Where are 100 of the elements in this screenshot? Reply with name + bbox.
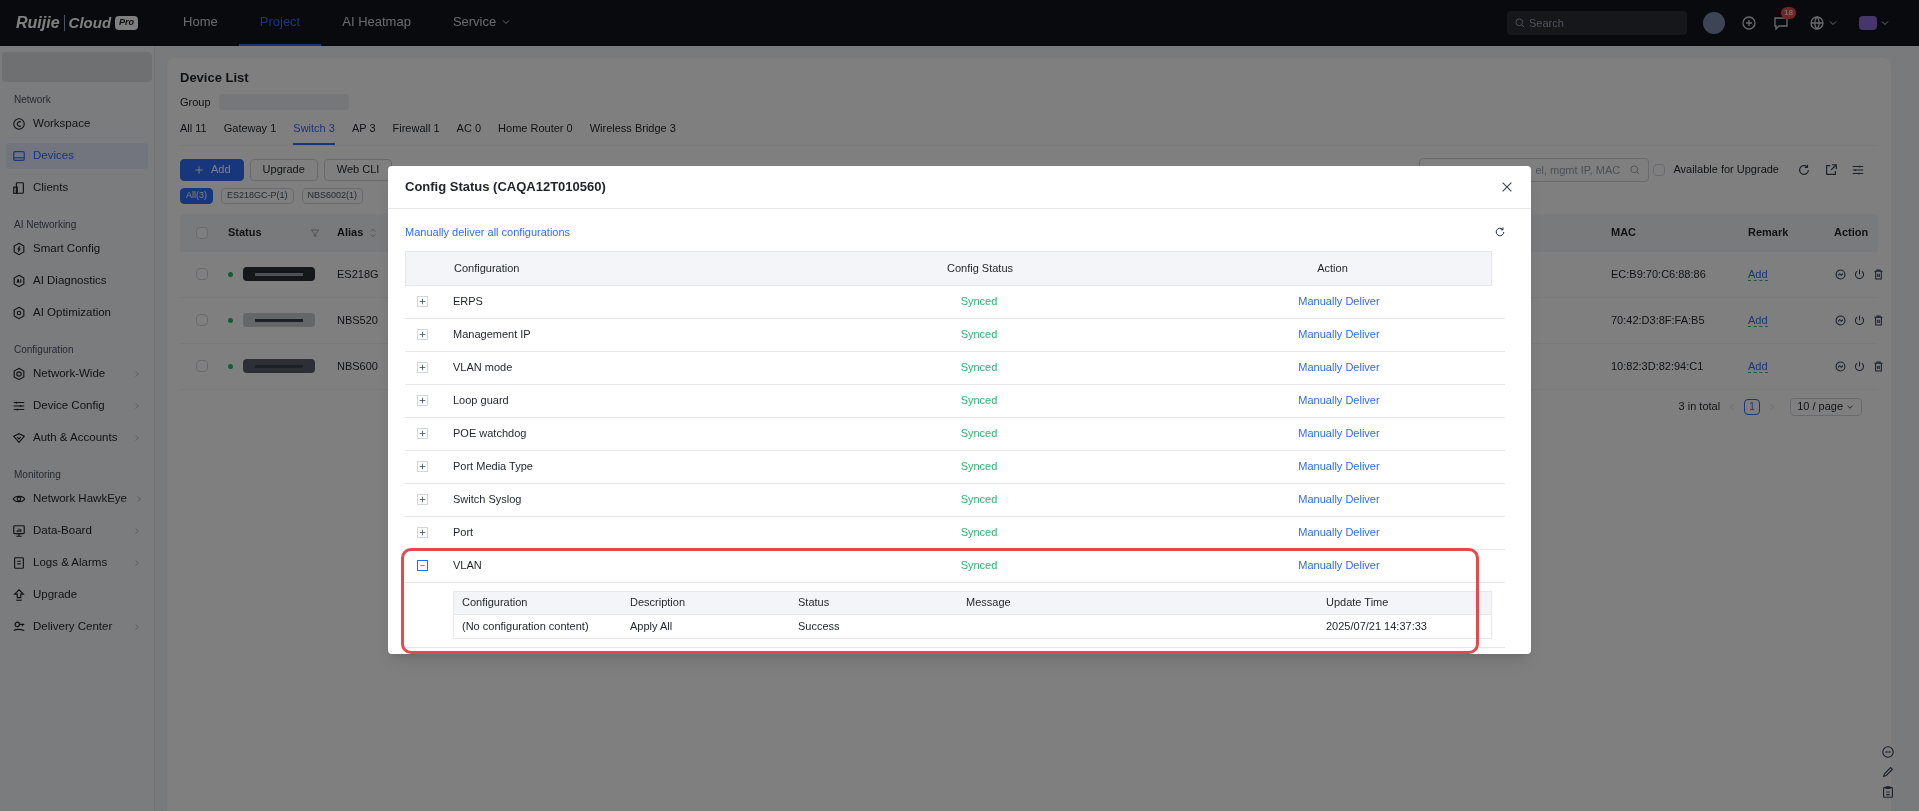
remark-link[interactable]: Add	[1748, 359, 1768, 373]
page-button[interactable]: 1	[1744, 398, 1761, 415]
sync-status: Synced	[959, 360, 999, 376]
deliver-link[interactable]: Manually Deliver	[1298, 394, 1380, 407]
sync-status: Synced	[959, 558, 999, 574]
column-header: Status	[798, 595, 831, 611]
add-button[interactable]: Add	[180, 158, 244, 181]
power-icon[interactable]	[1853, 313, 1866, 327]
search-icon	[1629, 163, 1642, 176]
nav-tab[interactable]: Home	[162, 0, 239, 46]
sidebar-item[interactable]: AI Optimization	[6, 300, 148, 326]
remark-link[interactable]: Add	[1748, 313, 1768, 327]
sync-status: Synced	[959, 492, 999, 508]
toolbar-button[interactable]: Web CLI	[323, 158, 393, 181]
plus-icon	[193, 163, 205, 176]
table-cell-text: 70:42:D3:8F:FA:B5	[1611, 312, 1706, 328]
device-type-tab[interactable]: All 11	[180, 120, 207, 145]
hexagon-gauge-icon	[12, 306, 26, 320]
page-size-select[interactable]: 10 / page	[1790, 397, 1862, 416]
device-type-tab[interactable]: AP 3	[351, 120, 376, 145]
drive-icon	[12, 149, 26, 163]
table-cell-text: 10:82:3D:82:94:C1	[1611, 358, 1705, 374]
table-cell-text: NBS520	[337, 312, 378, 328]
trash-icon[interactable]	[1872, 313, 1885, 327]
zoom-chart-icon[interactable]	[1834, 313, 1847, 327]
filter-chip[interactable]: ES218GC-P(1)	[221, 187, 294, 204]
toolbar-button[interactable]: Upgrade	[249, 158, 318, 181]
sidebar-item[interactable]: Logs & Alarms	[6, 550, 148, 576]
page-title: Device List	[180, 69, 250, 87]
nav-tab[interactable]: Service	[431, 0, 534, 46]
hand-key-icon	[12, 620, 26, 634]
filter-chip[interactable]: All(3)	[180, 187, 213, 204]
switch-device-drawing	[243, 267, 315, 281]
search-field[interactable]: Search	[1507, 11, 1687, 35]
sidebar-item[interactable]: Workspace	[6, 111, 148, 137]
sidebar-item[interactable]: Devices	[6, 143, 148, 169]
column-header: Configuration	[454, 260, 521, 276]
logo-text: Ruijie	[16, 13, 60, 33]
table-cell-text: EC:B9:70:C6:88:86	[1611, 266, 1707, 282]
refresh-icon[interactable]	[1494, 226, 1506, 239]
sidebar-item[interactable]: AI Diagnostics	[6, 268, 148, 294]
table-cell-text: Apply All	[630, 618, 674, 634]
plus-circle-icon[interactable]	[1741, 15, 1757, 31]
sync-status: Synced	[959, 393, 999, 409]
column-header: Description	[630, 595, 687, 611]
expand-toggle[interactable]	[417, 560, 428, 571]
device-type-tab[interactable]: Gateway 1	[223, 120, 277, 145]
sync-status: Synced	[959, 294, 999, 310]
checkbox-label: Available for Upgrade	[1673, 162, 1779, 178]
deliver-link[interactable]: Manually Deliver	[1298, 526, 1380, 539]
sidebar-section-title: Network	[13, 93, 52, 107]
device-type-tab[interactable]: Wireless Bridge 3	[589, 120, 676, 145]
deliver-link[interactable]: Manually Deliver	[1298, 559, 1380, 572]
column-header: Action	[1834, 225, 1870, 241]
language-menu[interactable]	[1809, 15, 1839, 31]
sidebar-item[interactable]: Delivery Center	[6, 614, 148, 640]
edit-icon[interactable]	[1881, 765, 1895, 779]
sidebar-item[interactable]: Network-Wide	[6, 361, 148, 387]
deliver-link[interactable]: Manually Deliver	[1298, 328, 1380, 341]
sidebar-item[interactable]: Device Config	[6, 393, 148, 419]
deliver-link[interactable]: Manually Deliver	[1298, 295, 1380, 308]
zoom-chart-icon[interactable]	[1834, 359, 1847, 373]
sidebar-item[interactable]: Network HawkEye	[6, 486, 148, 512]
plus-icon	[418, 297, 427, 306]
sidebar-item[interactable]: Upgrade	[6, 582, 148, 608]
device-type-tab[interactable]: Firewall 1	[392, 120, 440, 145]
table-cell-text: VLAN mode	[453, 360, 514, 376]
trash-icon[interactable]	[1872, 267, 1885, 281]
deliver-link[interactable]: Manually Deliver	[1298, 460, 1380, 473]
column-header: Alias	[337, 225, 364, 241]
filter-chip[interactable]: NBS6002(1)	[301, 187, 364, 204]
deliver-all-link[interactable]: Manually deliver all configurations	[405, 224, 571, 241]
sidebar-item[interactable]: Smart Config	[6, 236, 148, 262]
remark-link[interactable]: Add	[1748, 267, 1768, 281]
column-header: MAC	[1611, 225, 1638, 241]
zoom-chart-icon[interactable]	[1834, 267, 1847, 281]
device-type-tab[interactable]: AC 0	[456, 120, 482, 145]
hexagon-ai-icon	[12, 274, 26, 288]
logo-badge: Pro	[115, 16, 139, 30]
nav-tab[interactable]: AI Heatmap	[321, 0, 432, 46]
table-cell-text: (No configuration content)	[462, 618, 590, 634]
refresh-icon[interactable]	[1797, 162, 1811, 177]
device-type-tab[interactable]: Switch 3	[293, 120, 335, 145]
power-icon[interactable]	[1853, 359, 1866, 373]
chat-icon[interactable]	[1773, 15, 1789, 31]
deliver-link[interactable]: Manually Deliver	[1298, 361, 1380, 374]
tablet-icon	[12, 181, 26, 195]
power-icon[interactable]	[1853, 267, 1866, 281]
sync-status: Synced	[959, 426, 999, 442]
sidebar-item[interactable]: Auth & Accounts	[6, 425, 148, 451]
trash-icon[interactable]	[1872, 359, 1885, 373]
deliver-link[interactable]: Manually Deliver	[1298, 493, 1380, 506]
column-header: Configuration	[462, 595, 529, 611]
close-icon[interactable]	[1500, 180, 1514, 194]
clipboard-icon[interactable]	[1881, 785, 1895, 799]
sidebar-item[interactable]: Data-Board	[6, 518, 148, 544]
deliver-link[interactable]: Manually Deliver	[1298, 427, 1380, 440]
export-icon[interactable]	[1824, 162, 1838, 177]
device-type-tab[interactable]: Home Router 0	[498, 120, 573, 145]
sidebar-item[interactable]: Clients	[6, 175, 148, 201]
